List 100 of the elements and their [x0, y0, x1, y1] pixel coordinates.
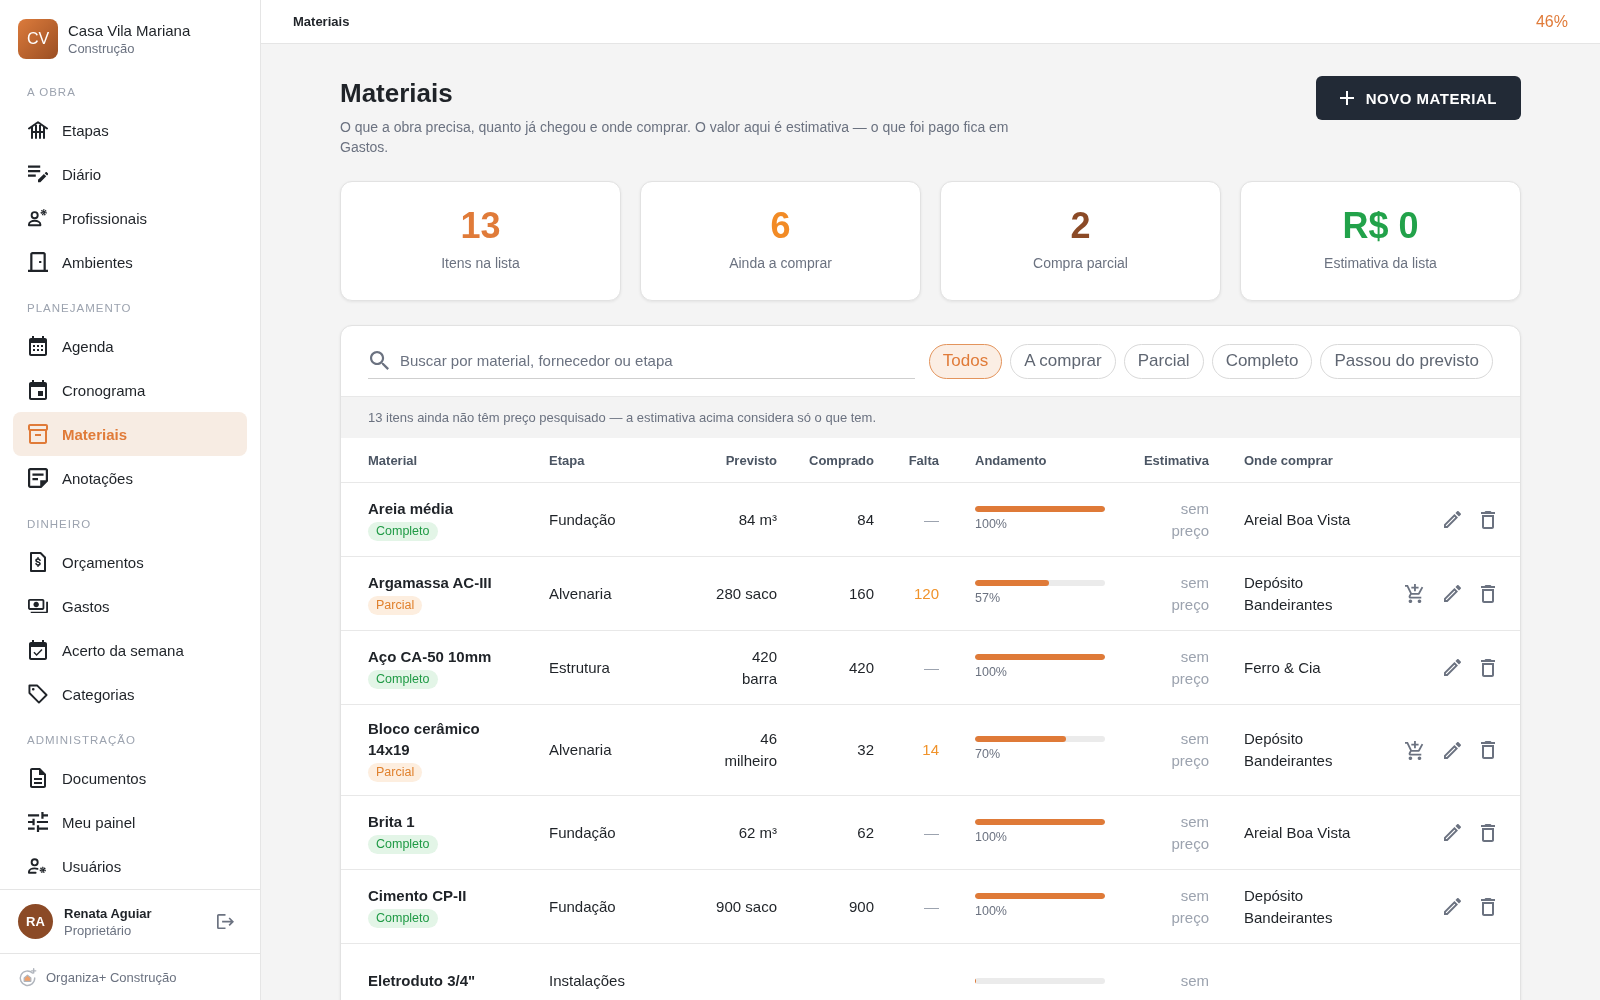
lines-pencil-icon: [28, 165, 48, 183]
nav-item[interactable]: Etapas: [13, 108, 247, 152]
pencil-icon: [1444, 741, 1461, 759]
status-badge: Completo: [368, 670, 438, 689]
table-cell: —: [924, 658, 939, 676]
column-header: Previsto: [725, 452, 777, 468]
nav-item[interactable]: Anotações: [13, 456, 247, 500]
plus-icon: [1339, 91, 1354, 105]
search-icon: [370, 351, 389, 370]
user-role: Proprietário: [64, 922, 133, 938]
table-cell: Depósito Bandeirantes: [1244, 886, 1333, 926]
nav-item[interactable]: Orçamentos: [13, 540, 247, 584]
section-label: ADMINISTRAÇÃO: [27, 734, 136, 746]
table-cell: Areial Boa Vista: [1244, 510, 1351, 528]
nav-item[interactable]: Gastos: [13, 584, 247, 628]
table-cell: Fundação: [549, 823, 616, 841]
table-cell-text: 280 saco: [716, 583, 777, 604]
cart-plus-icon: [1405, 740, 1424, 760]
edit-button[interactable]: [1444, 511, 1461, 528]
edit-button[interactable]: [1444, 898, 1461, 915]
table-cell: 120: [913, 584, 939, 602]
edit-button[interactable]: [1444, 741, 1461, 759]
new-material-button[interactable]: NOVO MATERIAL: [1315, 76, 1521, 120]
nav-item[interactable]: Diário: [13, 152, 247, 196]
page-title: Materiais: [340, 77, 454, 110]
table-cell-text: 84 m³: [738, 509, 777, 530]
person-gear-icon: [28, 209, 48, 227]
trash-icon: [1481, 823, 1495, 842]
stat-label: Estimativa da lista: [1324, 254, 1437, 272]
table-cell: 84: [857, 510, 874, 528]
table-cell-text: sem preço: [1171, 885, 1209, 928]
trash-icon: [1481, 741, 1495, 759]
stat-label: Itens na lista: [441, 254, 520, 272]
filter-chip[interactable]: Parcial: [1123, 343, 1204, 379]
column-header: Comprado: [809, 452, 874, 468]
column-header: Onde comprar: [1244, 452, 1333, 468]
tag-icon: [28, 684, 48, 704]
table-cell: Fundação: [549, 897, 616, 915]
dollar-document-icon: [28, 552, 48, 572]
nav-item[interactable]: Profissionais: [13, 196, 247, 240]
house-frame-icon: [28, 121, 48, 139]
filter-chip[interactable]: A comprar: [1010, 343, 1116, 379]
column-header: Material: [368, 452, 418, 468]
cart-plus-icon: [1405, 584, 1424, 603]
section-label: PLANEJAMENTO: [27, 302, 132, 314]
delete-button[interactable]: [1481, 658, 1495, 677]
notice-bar: 13 itens ainda não têm preço pesquisado — a estimativa acima considera só o que tem.: [341, 396, 1520, 438]
status-badge: Completo: [368, 909, 438, 928]
stat-value: 2: [1070, 206, 1091, 246]
delete-button[interactable]: [1481, 741, 1495, 759]
user-name: Renata Aguiar: [64, 905, 152, 921]
table-cell: —: [924, 823, 939, 841]
table-cell: Estrutura: [549, 658, 610, 676]
banknotes-icon: [28, 598, 48, 614]
nav-item[interactable]: Meu painel: [13, 800, 247, 844]
column-header: Andamento: [975, 452, 1047, 468]
edit-button[interactable]: [1444, 824, 1461, 841]
nav-item[interactable]: Acerto da semana: [13, 628, 247, 672]
calendar-grid-icon: [28, 336, 48, 356]
nav-item[interactable]: Documentos: [13, 756, 247, 800]
progress-label: 100%: [975, 516, 1007, 531]
status-badge: Completo: [368, 835, 438, 854]
column-header: Falta: [908, 452, 939, 468]
material-name: Eletroduto 3/4": [368, 971, 476, 991]
search-field[interactable]: Buscar por material, fornecedor ou etapa: [368, 343, 915, 379]
table-cell-text: sem preço: [1171, 572, 1209, 615]
table-cell: Instalações: [549, 971, 625, 989]
nav-item[interactable]: Usuários: [13, 844, 247, 888]
material-name: Aço CA-50 10mm: [368, 647, 492, 667]
calendar-check-icon: [28, 640, 48, 660]
material-name: Cimento CP-II: [368, 886, 467, 906]
edit-button[interactable]: [1444, 585, 1461, 602]
nav-item[interactable]: Agenda: [13, 324, 247, 368]
trash-icon: [1481, 658, 1495, 677]
table-cell-text: 420 barra: [740, 646, 777, 689]
delete-button[interactable]: [1481, 897, 1495, 916]
note-icon: [28, 468, 48, 488]
logout-button[interactable]: [217, 913, 234, 930]
nav-item[interactable]: Categorias: [13, 672, 247, 716]
progress-label: 100%: [975, 664, 1007, 679]
filter-chip[interactable]: Passou do previsto: [1320, 343, 1493, 379]
table-cell: Fundação: [549, 510, 616, 528]
material-name: Argamassa AC-III: [368, 573, 492, 593]
table-cell: Ferro & Cia: [1244, 658, 1321, 676]
pencil-icon: [1444, 585, 1461, 602]
progress-label: 100%: [975, 829, 1007, 844]
edit-button[interactable]: [1444, 659, 1461, 676]
add-to-cart-button[interactable]: [1405, 740, 1424, 760]
stat-value: R$ 0: [1342, 206, 1419, 246]
logout-icon: [217, 913, 234, 930]
nav-item[interactable]: Ambientes: [13, 240, 247, 284]
column-header: Estimativa: [1143, 452, 1209, 468]
delete-button[interactable]: [1481, 584, 1495, 603]
project-type: Construção: [68, 41, 136, 56]
filter-chip[interactable]: Completo: [1211, 343, 1313, 379]
delete-button[interactable]: [1481, 510, 1495, 529]
delete-button[interactable]: [1481, 823, 1495, 842]
door-icon: [28, 252, 48, 272]
add-to-cart-button[interactable]: [1405, 584, 1424, 603]
nav-item[interactable]: Cronograma: [13, 368, 247, 412]
